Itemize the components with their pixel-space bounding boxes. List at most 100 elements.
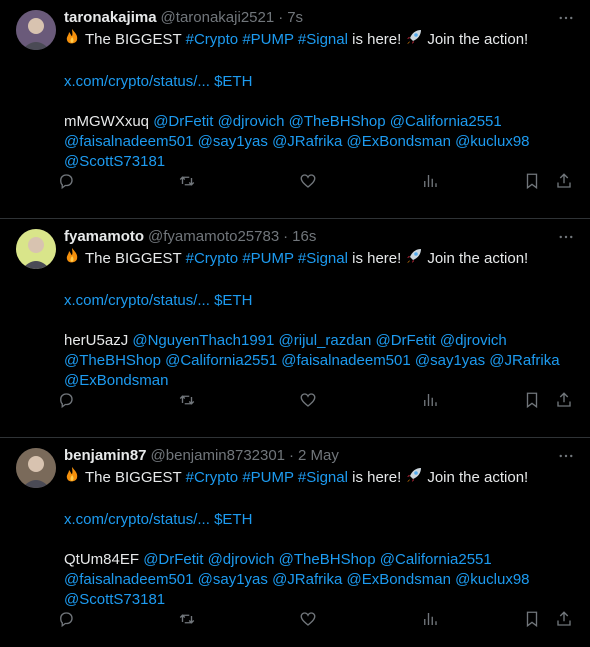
more-icon[interactable] [554,225,578,249]
fire-emoji [63,28,81,52]
cashtag-eth[interactable]: $ETH [214,511,252,528]
like-icon[interactable] [298,609,318,629]
mentions-line: QtUm84EF @DrFetit @djrovich @TheBHShop @… [64,550,578,570]
retweet-icon[interactable] [177,171,197,191]
views-icon[interactable] [420,390,440,410]
share-icon[interactable] [554,390,574,410]
tweet-code: mMGWXxuq [64,113,150,130]
hashtag-crypto[interactable]: #Crypto [186,31,239,48]
reply-icon[interactable] [56,171,76,191]
tweet-text-line: The BIGGEST #Crypto #PUMP #Signal is her… [64,466,578,490]
tweet-text: The BIGGEST [85,250,182,267]
user-handle[interactable]: @taronakaji2521 [161,8,275,28]
tweet[interactable]: taronakajima @taronakaji2521 · 7s The BI… [0,0,590,219]
mentions[interactable]: @ScottS73181 [64,152,578,172]
display-name[interactable]: benjamin87 [64,446,147,466]
mentions[interactable]: @DrFetit @djrovich @TheBHShop @Californi… [143,551,492,568]
more-icon[interactable] [554,6,578,30]
separator-dot: · [289,447,295,464]
mentions[interactable]: @NguyenThach1991 @rijul_razdan @DrFetit … [132,332,506,349]
mentions[interactable]: @ExBondsman [64,371,578,391]
avatar[interactable] [16,10,56,50]
tweet-link[interactable]: x.com/crypto/status/... [64,292,210,309]
link-line: x.com/crypto/status/... $ETH [64,291,578,311]
mentions-line: mMGWXxuq @DrFetit @djrovich @TheBHShop @… [64,112,578,132]
tweet-code: QtUm84EF [64,551,140,568]
tweet-link[interactable]: x.com/crypto/status/... [64,511,210,528]
retweet-icon[interactable] [177,609,197,629]
mentions[interactable]: @faisalnadeem501 @say1yas @JRafrika @ExB… [64,570,578,590]
user-handle[interactable]: @fyamamoto25783 [148,227,279,247]
hashtag-pump[interactable]: #PUMP [242,469,293,486]
tweet-link[interactable]: x.com/crypto/status/... [64,73,210,90]
share-icon[interactable] [554,171,574,191]
share-icon[interactable] [554,609,574,629]
bookmark-icon[interactable] [522,609,542,629]
mentions[interactable]: @ScottS73181 [64,590,578,610]
tweet-text: is here! [352,250,402,267]
display-name[interactable]: fyamamoto [64,227,144,247]
hashtag-signal[interactable]: #Signal [298,469,348,486]
tweet-body: benjamin87 @benjamin8732301 · 2 May The … [64,446,578,610]
tweet[interactable]: fyamamoto @fyamamoto25783 · 16s The BIGG… [0,219,590,438]
retweet-icon[interactable] [177,390,197,410]
tweet-actions [56,608,582,630]
avatar-image [16,448,56,488]
fire-emoji [63,247,81,271]
tweet-header: taronakajima @taronakaji2521 · 7s [64,8,578,28]
like-icon[interactable] [298,390,318,410]
hashtag-pump[interactable]: #PUMP [242,31,293,48]
mentions[interactable]: @faisalnadeem501 @say1yas @JRafrika @ExB… [64,132,578,152]
tweet-actions [56,389,582,411]
tweet-text: is here! [352,469,402,486]
reply-icon[interactable] [56,609,76,629]
hashtag-crypto[interactable]: #Crypto [186,250,239,267]
rocket-emoji [405,247,423,271]
hashtag-pump[interactable]: #PUMP [242,250,293,267]
tweet-text: The BIGGEST [85,469,182,486]
hashtag-crypto[interactable]: #Crypto [186,469,239,486]
tweet-text: Join the action! [427,31,529,48]
tweet-code: herU5azJ [64,332,129,349]
tweet-header: fyamamoto @fyamamoto25783 · 16s [64,227,578,247]
bookmark-icon[interactable] [522,390,542,410]
mentions[interactable]: @TheBHShop @California2551 @faisalnadeem… [64,351,578,371]
timestamp[interactable]: 7s [287,8,303,28]
tweet-text: is here! [352,31,402,48]
like-icon[interactable] [298,171,318,191]
tweet-header: benjamin87 @benjamin8732301 · 2 May [64,446,578,466]
hashtag-signal[interactable]: #Signal [298,31,348,48]
timestamp[interactable]: 2 May [298,446,339,466]
tweet[interactable]: benjamin87 @benjamin8732301 · 2 May The … [0,438,590,647]
avatar[interactable] [16,229,56,269]
mentions-line: herU5azJ @NguyenThach1991 @rijul_razdan … [64,331,578,351]
fire-emoji [63,466,81,490]
link-line: x.com/crypto/status/... $ETH [64,510,578,530]
tweet-text: Join the action! [427,250,529,267]
avatar-image [16,229,56,269]
separator-dot: · [283,228,289,245]
tweet-body: taronakajima @taronakaji2521 · 7s The BI… [64,8,578,172]
views-icon[interactable] [420,171,440,191]
mentions[interactable]: @DrFetit @djrovich @TheBHShop @Californi… [153,113,502,130]
bookmark-icon[interactable] [522,171,542,191]
hashtag-signal[interactable]: #Signal [298,250,348,267]
rocket-emoji [405,28,423,52]
cashtag-eth[interactable]: $ETH [214,73,252,90]
display-name[interactable]: taronakajima [64,8,157,28]
timeline-feed: taronakajima @taronakaji2521 · 7s The BI… [0,0,590,647]
tweet-text: The BIGGEST [85,31,182,48]
tweet-text-line: The BIGGEST #Crypto #PUMP #Signal is her… [64,247,578,271]
tweet-actions [56,170,582,192]
user-handle[interactable]: @benjamin8732301 [151,446,286,466]
link-line: x.com/crypto/status/... $ETH [64,72,578,92]
rocket-emoji [405,466,423,490]
avatar-image [16,10,56,50]
cashtag-eth[interactable]: $ETH [214,292,252,309]
views-icon[interactable] [420,609,440,629]
timestamp[interactable]: 16s [292,227,316,247]
more-icon[interactable] [554,444,578,468]
reply-icon[interactable] [56,390,76,410]
avatar[interactable] [16,448,56,488]
tweet-body: fyamamoto @fyamamoto25783 · 16s The BIGG… [64,227,578,391]
